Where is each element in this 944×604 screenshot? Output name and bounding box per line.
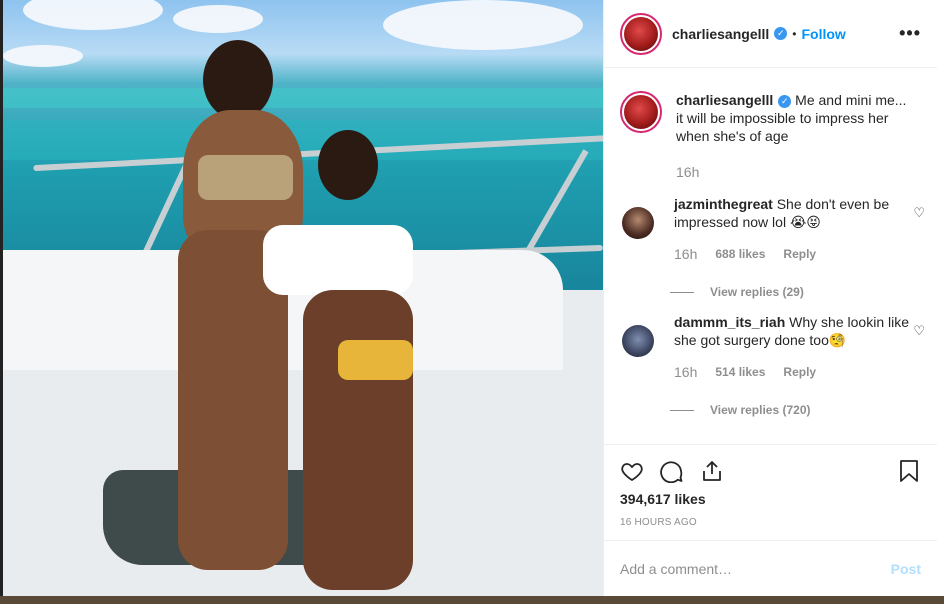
reply-button[interactable]: Reply <box>783 245 816 263</box>
view-replies-label[interactable]: View replies (29) <box>710 285 804 299</box>
comment-likes[interactable]: 688 likes <box>715 245 765 263</box>
caption-username[interactable]: charliesangelll <box>676 92 773 108</box>
post-photo[interactable] <box>3 0 603 596</box>
heart-icon[interactable] <box>618 457 646 485</box>
cloud <box>3 45 83 67</box>
action-bar <box>604 446 937 496</box>
comment-time: 16h <box>674 246 698 262</box>
comment-icon[interactable] <box>658 457 686 485</box>
post-comment-button[interactable]: Post <box>891 561 921 577</box>
more-options-icon[interactable]: ••• <box>899 23 921 44</box>
view-replies-label[interactable]: View replies (720) <box>710 403 811 417</box>
background-thumbnails <box>0 596 944 604</box>
author-avatar[interactable] <box>620 12 662 55</box>
commenter-avatar[interactable] <box>622 325 654 357</box>
white-top <box>263 225 413 295</box>
comment-input[interactable] <box>620 560 891 577</box>
post-timestamp: 16 HOURS AGO <box>620 517 697 528</box>
comment-item: jazminthegreat She don't even be impress… <box>604 195 937 263</box>
share-icon[interactable] <box>698 457 726 485</box>
page-edge <box>937 0 944 604</box>
cloud <box>383 0 583 50</box>
author-username[interactable]: charliesangelll <box>672 26 769 42</box>
comment-like-heart-icon[interactable]: ♡ <box>913 323 925 339</box>
leopard-top <box>198 155 293 200</box>
person-head <box>203 40 273 120</box>
verified-badge-icon: ✓ <box>778 95 792 108</box>
post-header: charliesangelll ✓ • Follow ••• <box>604 0 937 68</box>
comment-username[interactable]: dammm_its_riah <box>674 314 785 330</box>
likes-count[interactable]: 394,617 likes <box>620 491 706 507</box>
yellow-bottom <box>338 340 413 380</box>
divider <box>670 409 694 411</box>
caption: charliesangelll ✓ Me and mini me... it wi… <box>604 69 937 181</box>
person-head <box>318 130 378 200</box>
caption-avatar[interactable] <box>620 91 662 133</box>
post-detail-panel: charliesangelll ✓ • Follow ••• charliesa… <box>603 0 937 596</box>
person-legs <box>303 290 413 590</box>
comment-item: dammm_its_riah Why she lookin like she g… <box>604 313 937 381</box>
separator-dot: • <box>792 26 797 41</box>
sea-shallows <box>3 88 603 108</box>
follow-button[interactable]: Follow <box>801 26 845 42</box>
comment-like-heart-icon[interactable]: ♡ <box>913 205 925 221</box>
comment-time: 16h <box>674 364 698 380</box>
view-replies-button[interactable]: View replies (720) <box>670 403 937 417</box>
bookmark-icon[interactable] <box>895 457 923 485</box>
verified-badge-icon: ✓ <box>774 27 788 40</box>
commenter-avatar[interactable] <box>622 207 654 239</box>
divider <box>670 291 694 293</box>
comments-list[interactable]: charliesangelll ✓ Me and mini me... it wi… <box>604 69 937 445</box>
comment-likes[interactable]: 514 likes <box>715 363 765 381</box>
caption-time: 16h <box>676 164 700 180</box>
reply-button[interactable]: Reply <box>783 363 816 381</box>
comment-username[interactable]: jazminthegreat <box>674 196 773 212</box>
comment-composer: Post <box>604 540 937 596</box>
cloud <box>173 5 263 33</box>
view-replies-button[interactable]: View replies (29) <box>670 285 937 299</box>
cloud <box>23 0 163 30</box>
